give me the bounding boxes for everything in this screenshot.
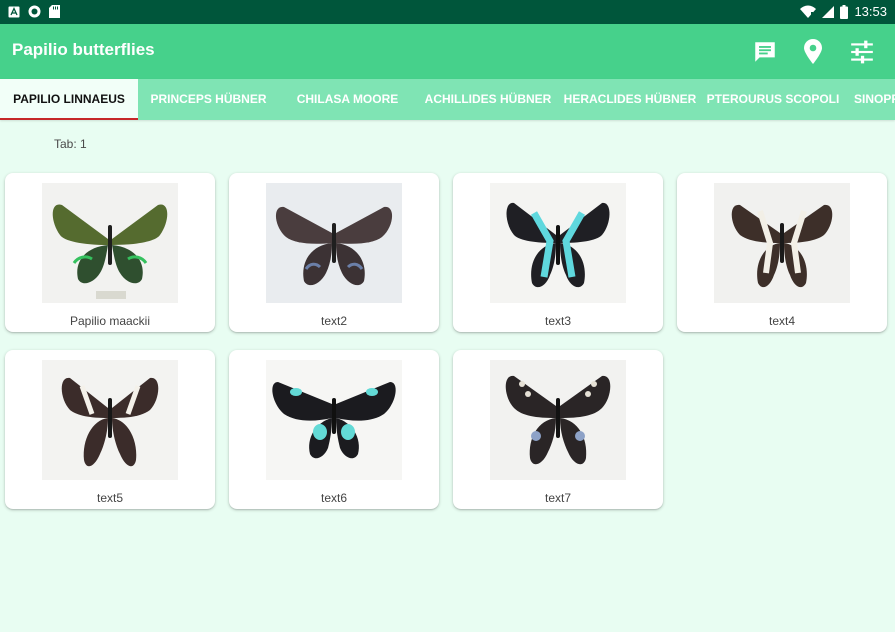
tab-heraclides-hubner[interactable]: HERACLIDES HÜBNER: [560, 79, 700, 120]
status-time: 13:53: [854, 4, 887, 19]
card-label: text4: [768, 314, 795, 328]
butterfly-image: [42, 360, 178, 480]
a-notification-icon: [8, 6, 20, 17]
status-left-icons: [8, 5, 60, 18]
tab-achillides-hubner[interactable]: ACHILLIDES HÜBNER: [416, 79, 560, 120]
card-label: text6: [320, 491, 347, 505]
status-right-icons: 13:53: [800, 4, 887, 20]
butterfly-card[interactable]: text5: [5, 350, 215, 509]
sync-icon: [28, 5, 41, 18]
wifi-icon: [800, 5, 817, 18]
card-label: text3: [544, 314, 571, 328]
tune-icon: [851, 40, 873, 64]
category-tabs: PAPILIO LINNAEUS PRINCEPS HÜBNER CHILASA…: [0, 79, 895, 120]
tab-sinopr[interactable]: SINOPR: [846, 79, 895, 120]
butterfly-image: [490, 360, 626, 480]
sd-card-icon: [49, 5, 60, 18]
butterfly-card[interactable]: text6: [229, 350, 439, 509]
signal-icon: [822, 6, 835, 18]
tab-chilasa-moore[interactable]: CHILASA MOORE: [279, 79, 416, 120]
butterfly-image: [266, 183, 402, 303]
butterfly-card[interactable]: text2: [229, 173, 439, 332]
tune-button[interactable]: [846, 36, 878, 68]
butterfly-card[interactable]: text7: [453, 350, 663, 509]
message-icon: [755, 42, 775, 62]
app-title: Papilio butterflies: [12, 40, 155, 59]
card-label: Papilio maackii: [69, 314, 151, 328]
butterfly-card[interactable]: Papilio maackii: [5, 173, 215, 332]
butterfly-card[interactable]: text3: [453, 173, 663, 332]
butterfly-image: [490, 183, 626, 303]
butterfly-card[interactable]: text4: [677, 173, 887, 332]
tab-indicator: Tab: 1: [54, 137, 87, 151]
tab-pterourus-scopoli[interactable]: PTEROURUS SCOPOLI: [700, 79, 846, 120]
battery-icon: [840, 5, 849, 19]
card-label: text2: [320, 314, 347, 328]
status-bar: 13:53: [0, 0, 895, 24]
card-label: text7: [544, 491, 571, 505]
butterfly-image: [714, 183, 850, 303]
app-bar: Papilio butterflies: [0, 24, 895, 79]
card-label: text5: [96, 491, 123, 505]
tab-princeps-hubner[interactable]: PRINCEPS HÜBNER: [138, 79, 279, 120]
location-button[interactable]: [797, 36, 829, 68]
location-icon: [804, 39, 822, 64]
butterfly-image: [42, 183, 178, 303]
tab-papilio-linnaeus[interactable]: PAPILIO LINNAEUS: [0, 79, 138, 120]
message-button[interactable]: [749, 36, 781, 68]
butterfly-image: [266, 360, 402, 480]
